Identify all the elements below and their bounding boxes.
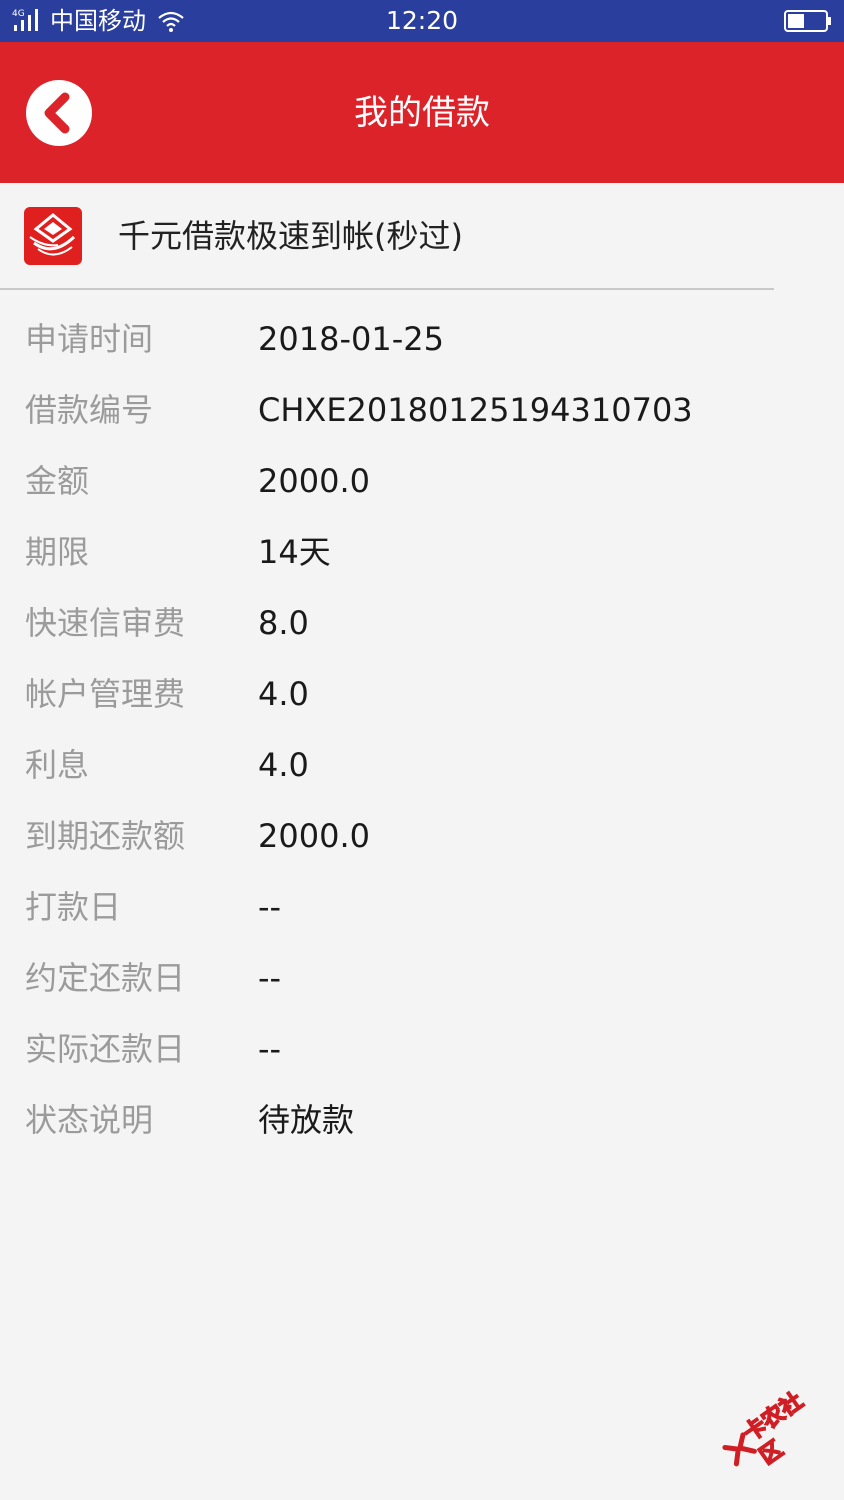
detail-row-status: 状态说明 待放款 [0, 1085, 844, 1156]
detail-label: 实际还款日 [25, 1030, 186, 1068]
detail-label: 状态说明 [25, 1101, 154, 1139]
product-header: 千元借款极速到帐(秒过) [0, 183, 774, 290]
detail-value: -- [258, 1030, 282, 1068]
detail-row-account-fee: 帐户管理费 4.0 [0, 659, 844, 730]
detail-row-interest: 利息 4.0 [0, 730, 844, 801]
detail-value: -- [258, 888, 282, 926]
detail-label: 金额 [25, 462, 90, 500]
detail-label: 约定还款日 [25, 959, 186, 997]
detail-row-due-amount: 到期还款额 2000.0 [0, 801, 844, 872]
detail-value: -- [258, 959, 282, 997]
detail-value: 2018-01-25 [258, 320, 444, 358]
detail-row-payout-date: 打款日 -- [0, 872, 844, 943]
detail-label: 打款日 [25, 888, 122, 926]
detail-label: 借款编号 [25, 391, 154, 429]
detail-row-loan-number: 借款编号 CHXE20180125194310703 [0, 375, 844, 446]
detail-value: 4.0 [258, 746, 309, 784]
detail-row-term: 期限 14天 [0, 517, 844, 588]
product-logo-icon [24, 207, 82, 265]
watermark-text: 卡农社区 [739, 1388, 809, 1471]
battery-icon [784, 10, 831, 32]
detail-row-review-fee: 快速信审费 8.0 [0, 588, 844, 659]
status-time: 12:20 [385, 6, 459, 35]
detail-row-agreed-repay-date: 约定还款日 -- [0, 943, 844, 1014]
nav-bar: 我的借款 [0, 42, 844, 183]
detail-label: 期限 [25, 533, 90, 571]
detail-value: 14天 [258, 533, 331, 571]
detail-value: 2000.0 [258, 462, 370, 500]
product-name: 千元借款极速到帐(秒过) [118, 217, 463, 255]
detail-label: 到期还款额 [25, 817, 186, 855]
detail-row-amount: 金额 2000.0 [0, 446, 844, 517]
detail-value: 4.0 [258, 675, 309, 713]
detail-row-apply-time: 申请时间 2018-01-25 [0, 304, 844, 375]
watermark: 卡农社区 [708, 1367, 830, 1476]
page-title: 我的借款 [354, 93, 490, 133]
loan-details-list: 申请时间 2018-01-25 借款编号 CHXE201801251943107… [0, 304, 844, 1156]
loan-detail-page: 4G 中国移动 12:20 我的借款 千元借款极速到帐(秒过) 申请时间 201… [0, 0, 844, 1500]
detail-value: 2000.0 [258, 817, 370, 855]
detail-label: 申请时间 [25, 320, 154, 358]
detail-value: 8.0 [258, 604, 309, 642]
status-bar: 4G 中国移动 12:20 [0, 0, 844, 42]
detail-row-actual-repay-date: 实际还款日 -- [0, 1014, 844, 1085]
detail-value: CHXE20180125194310703 [258, 391, 693, 429]
status-value: 待放款 [258, 1101, 355, 1139]
detail-label: 利息 [25, 746, 90, 784]
detail-label: 快速信审费 [25, 604, 186, 642]
detail-label: 帐户管理费 [25, 675, 186, 713]
